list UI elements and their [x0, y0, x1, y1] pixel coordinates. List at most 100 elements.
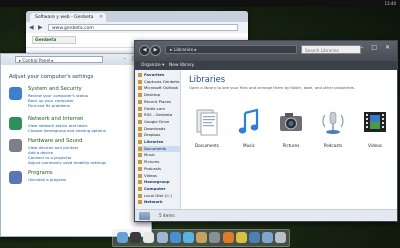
library-label: Documents: [195, 143, 219, 148]
dock-calendar-icon[interactable]: [143, 232, 155, 243]
dock-dashboard-icon[interactable]: [130, 232, 142, 243]
sidebar-item[interactable]: Recent Places: [138, 99, 180, 105]
search-input[interactable]: Search Libraries: [301, 45, 361, 54]
camera-icon: [280, 113, 302, 131]
window-buttons[interactable]: – □ ✕: [360, 44, 393, 51]
sidebar-item[interactable]: Google Drive: [138, 119, 180, 125]
dock-finder-icon[interactable]: [117, 232, 128, 243]
cp-section-title[interactable]: Network and Internet: [28, 116, 83, 122]
navigation-pane: Favorites Capturas Genbeta Microsoft Outlo…: [135, 70, 181, 209]
cp-link[interactable]: Uninstall a program: [28, 177, 66, 182]
sidebar-item[interactable]: Podcasts: [138, 166, 180, 172]
cp-section-title[interactable]: System and Security: [28, 86, 82, 92]
library-podcasts[interactable]: Podcasts: [315, 107, 351, 148]
dock-system-prefs-icon[interactable]: [209, 232, 221, 243]
dock-chrome-icon[interactable]: [235, 232, 247, 243]
sidebar-item[interactable]: Fiddle.com: [138, 106, 180, 112]
sidebar-item[interactable]: Pictures: [138, 159, 180, 165]
organize-button[interactable]: Organize ▾: [141, 61, 164, 70]
sidebar-item[interactable]: Microsoft Outlook: [138, 85, 180, 91]
globe-icon: [9, 117, 22, 130]
programs-icon: [9, 171, 22, 184]
address-bar[interactable]: www.genbeta.com: [48, 24, 238, 31]
libraries-titlebar: ◀ ▶ ▸ Libraries ▸ Search Libraries – □ ✕: [135, 41, 397, 61]
folder-icon: [138, 173, 142, 178]
sidebar-item[interactable]: Computer: [138, 186, 180, 192]
library-label: Podcasts: [323, 143, 343, 148]
folder-icon: [138, 180, 142, 185]
dock-photo-icon[interactable]: [196, 232, 208, 243]
folder-icon: [138, 79, 142, 84]
dock-mail-icon[interactable]: [156, 232, 168, 243]
cp-link[interactable]: Choose homegroup and sharing options: [28, 128, 106, 133]
sidebar-item-label: Network: [144, 199, 163, 205]
sidebar-item-label: Libraries: [144, 139, 164, 144]
library-music[interactable]: Music: [231, 107, 267, 148]
sidebar-item-label: Favorites: [144, 72, 165, 77]
tab-close-icon[interactable]: ✕: [99, 13, 103, 22]
command-bar: Organize ▾ New library: [135, 61, 397, 70]
folder-icon: [138, 146, 142, 151]
control-panel-address-bar[interactable]: ▸ Control Panel ▸: [15, 56, 103, 63]
new-library-button[interactable]: New library: [169, 61, 194, 70]
sidebar-item-label: Downloads: [144, 125, 166, 131]
sidebar-item[interactable]: Downloads: [138, 126, 180, 132]
system-top-bar: 13:40: [0, 0, 400, 7]
film-strip-icon: [364, 112, 386, 132]
browser-tab[interactable]: Software y web - Genbeta ✕: [30, 13, 106, 22]
forward-arrow-icon[interactable]: ▶: [38, 24, 43, 31]
forward-arrow-icon[interactable]: ▶: [150, 45, 161, 56]
library-documents[interactable]: Documents: [189, 107, 225, 148]
control-panel-window: ▸ Control Panel ▸ – □ ✕ Adjust your comp…: [0, 53, 152, 237]
sidebar-item-label: RSS - Genbeta: [144, 112, 173, 118]
cp-link[interactable]: Adjust commonly used mobility settings: [28, 160, 106, 165]
sidebar-item[interactable]: RSS - Genbeta: [138, 112, 180, 118]
sidebar-item-label: Local Disk (C:): [144, 192, 172, 198]
back-arrow-icon[interactable]: ◀: [139, 45, 150, 56]
sidebar-item[interactable]: Libraries: [138, 139, 180, 145]
breadcrumb[interactable]: ▸ Libraries ▸: [165, 45, 297, 54]
dock-screen-icon[interactable]: [249, 232, 260, 243]
library-label: Videos: [368, 143, 382, 148]
cp-section-system-security: System and Security Review your computer…: [9, 86, 144, 116]
sidebar-item[interactable]: Dropbox: [138, 132, 180, 138]
folder-icon: [138, 99, 142, 104]
sidebar-item-label: Podcasts: [144, 165, 162, 171]
back-arrow-icon[interactable]: ◀: [29, 24, 34, 31]
dock-safari-icon[interactable]: [169, 232, 181, 243]
folder-icon: [138, 153, 142, 158]
sidebar-item[interactable]: Capturas Genbeta: [138, 79, 180, 85]
folder-icon: [138, 186, 142, 191]
sidebar-item[interactable]: Network: [138, 199, 180, 205]
sidebar-item-label: Homegroup: [144, 179, 170, 185]
dock-trash-icon[interactable]: [275, 232, 287, 243]
sidebar-item-label: Recent Places: [144, 98, 172, 104]
libraries-content: Libraries Open a library to see your fil…: [181, 70, 397, 209]
site-logo[interactable]: Genbeta: [32, 36, 76, 44]
folder-icon: [138, 133, 142, 138]
folder-icon: [138, 106, 142, 111]
printer-icon: [9, 139, 22, 152]
sidebar-item[interactable]: Local Disk (C:): [138, 193, 180, 199]
sidebar-item[interactable]: Videos: [138, 173, 180, 179]
browser-toolbar: ◀ ▶ www.genbeta.com: [26, 22, 248, 33]
dock-itunes-icon[interactable]: [183, 232, 194, 243]
cp-link[interactable]: Find and fix problems: [28, 103, 70, 108]
page-title: Libraries: [189, 74, 226, 84]
sidebar-item[interactable]: Music: [138, 152, 180, 158]
sidebar-item[interactable]: Favorites: [138, 72, 180, 78]
status-bar: 5 items: [135, 209, 397, 221]
sidebar-item[interactable]: Desktop: [138, 92, 180, 98]
dock-firefox-icon[interactable]: [222, 232, 234, 243]
cp-section-title[interactable]: Hardware and Sound: [28, 138, 82, 144]
cp-section-hardware-sound: Hardware and Sound View devices and prin…: [9, 138, 144, 168]
cp-section-title[interactable]: Programs: [28, 170, 53, 176]
page-description: Open a library to see your files and arr…: [189, 85, 355, 90]
library-videos[interactable]: Videos: [357, 107, 393, 148]
sidebar-item[interactable]: Documents: [138, 145, 180, 152]
library-pictures[interactable]: Pictures: [273, 107, 309, 148]
sidebar-item[interactable]: Homegroup: [138, 179, 180, 185]
sidebar-item-label: Pictures: [144, 159, 160, 165]
dock-documents-folder-icon[interactable]: [262, 232, 274, 243]
folder-icon: [138, 119, 142, 124]
